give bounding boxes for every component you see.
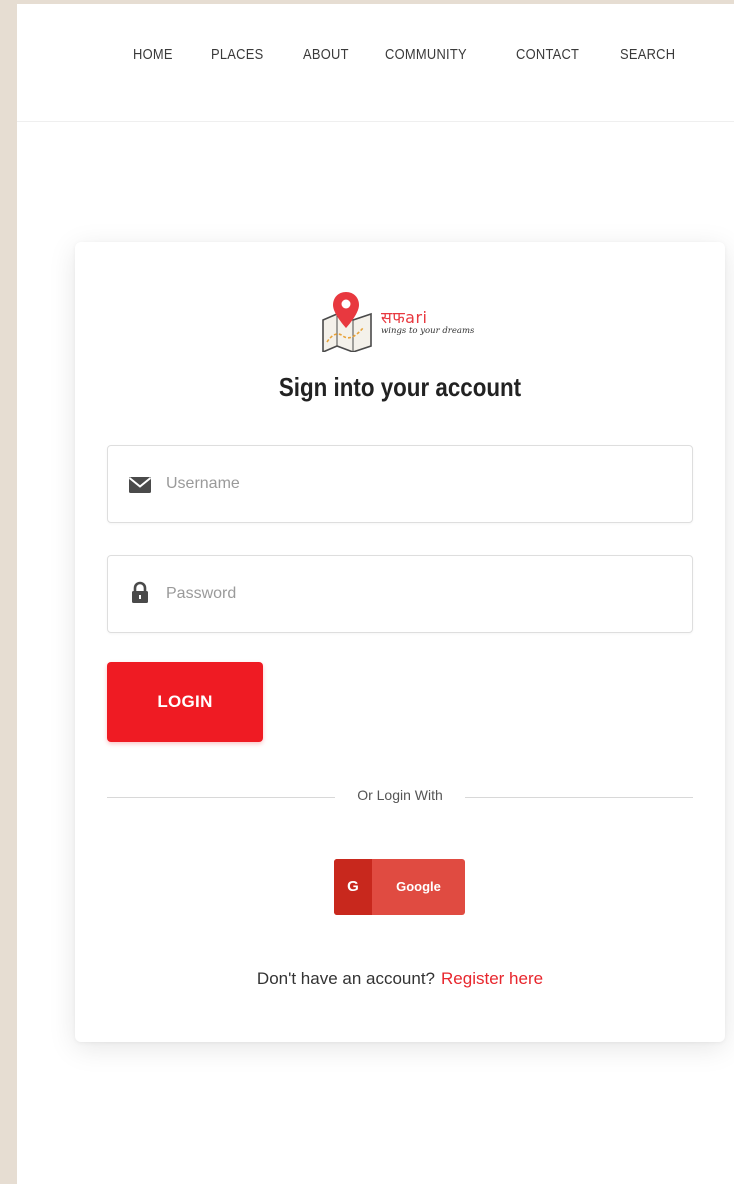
- nav-item-community[interactable]: COMMUNITY: [385, 46, 467, 63]
- password-input[interactable]: [166, 574, 676, 614]
- lock-icon: [132, 581, 148, 603]
- envelope-icon: [128, 477, 152, 493]
- page-title: Sign into your account: [278, 372, 522, 402]
- divider-line-left: [107, 797, 335, 798]
- password-field[interactable]: [107, 555, 693, 633]
- google-login-button[interactable]: G Google: [334, 859, 465, 915]
- google-button-label: Google: [396, 879, 441, 894]
- nav-item-home[interactable]: HOME: [133, 46, 173, 63]
- username-field[interactable]: [107, 445, 693, 523]
- nav-item-search[interactable]: SEARCH: [620, 46, 675, 63]
- username-input[interactable]: [166, 464, 676, 504]
- logo-brand-text: सफari: [381, 308, 428, 327]
- nav-item-about[interactable]: ABOUT: [303, 46, 349, 63]
- divider-text: Or Login With: [357, 787, 443, 803]
- login-card: सफari wings to your dreams Sign into you…: [75, 242, 725, 1042]
- nav-item-contact[interactable]: CONTACT: [516, 46, 579, 63]
- map-pin-icon: [322, 292, 372, 352]
- divider-line-right: [465, 797, 693, 798]
- google-icon: G: [334, 859, 372, 915]
- page: HOME PLACES ABOUT COMMUNITY CONTACT SEAR…: [17, 4, 734, 1184]
- register-prompt-line: Don't have an account? Register here: [75, 969, 725, 989]
- site-logo: सफari wings to your dreams: [319, 290, 489, 354]
- login-button[interactable]: LOGIN: [107, 662, 263, 742]
- nav-item-places[interactable]: PLACES: [211, 46, 263, 63]
- register-link[interactable]: Register here: [441, 969, 543, 988]
- logo-tagline: wings to your dreams: [381, 326, 475, 336]
- top-navbar: HOME PLACES ABOUT COMMUNITY CONTACT SEAR…: [17, 4, 734, 122]
- register-prompt: Don't have an account?: [256, 969, 436, 988]
